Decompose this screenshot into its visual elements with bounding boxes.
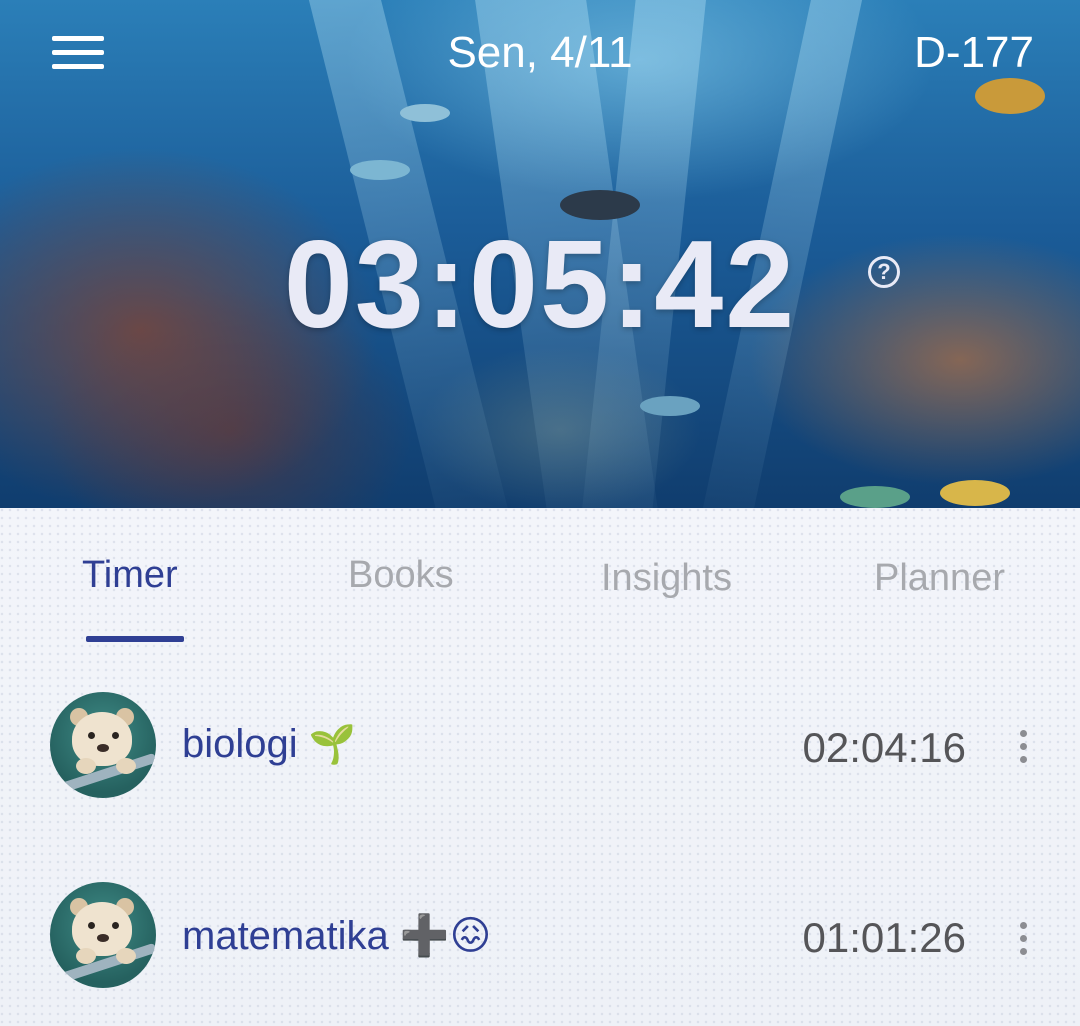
subject-name[interactable]: matematika ➕😖 [182,912,491,959]
tab-planner[interactable]: Planner [874,557,1005,600]
header-background: Sen, 4/11 D-177 03:05:42 ? [0,0,1080,508]
tab-timer[interactable]: Timer [82,554,178,597]
more-vertical-icon[interactable] [1020,730,1028,764]
fish-shape [640,396,700,416]
coral-shape [840,486,910,508]
content-panel: Timer Books Insights Planner biologi 🌱 0… [0,508,1080,1026]
d-day-counter[interactable]: D-177 [914,28,1034,78]
help-circle-icon[interactable]: ? [868,256,900,288]
fish-shape [350,160,410,180]
subject-row[interactable]: matematika ➕😖 01:01:26 [0,874,1080,1004]
sprout-icon: 🌱 [308,722,357,766]
subject-time: 02:04:16 [802,724,967,771]
more-vertical-icon[interactable] [1020,922,1028,956]
tab-bar: Timer Books Insights Planner [0,508,1080,648]
subject-row[interactable]: biologi 🌱 02:04:16 [0,682,1080,812]
fish-shape [975,78,1045,114]
subject-avatar[interactable] [50,692,156,798]
tab-books[interactable]: Books [348,554,454,597]
subject-name[interactable]: biologi 🌱 [182,722,356,767]
fish-shape [940,480,1010,506]
plus-and-confounded-face-icon: ➕😖 [399,913,492,959]
fish-shape [400,104,450,122]
subject-time: 01:01:26 [802,914,967,961]
subject-label: biologi [182,722,298,766]
subject-avatar[interactable] [50,882,156,988]
total-study-timer: 03:05:42 [283,216,797,354]
tab-insights[interactable]: Insights [601,557,732,600]
active-tab-indicator [86,636,184,642]
subject-label: matematika [182,914,389,958]
